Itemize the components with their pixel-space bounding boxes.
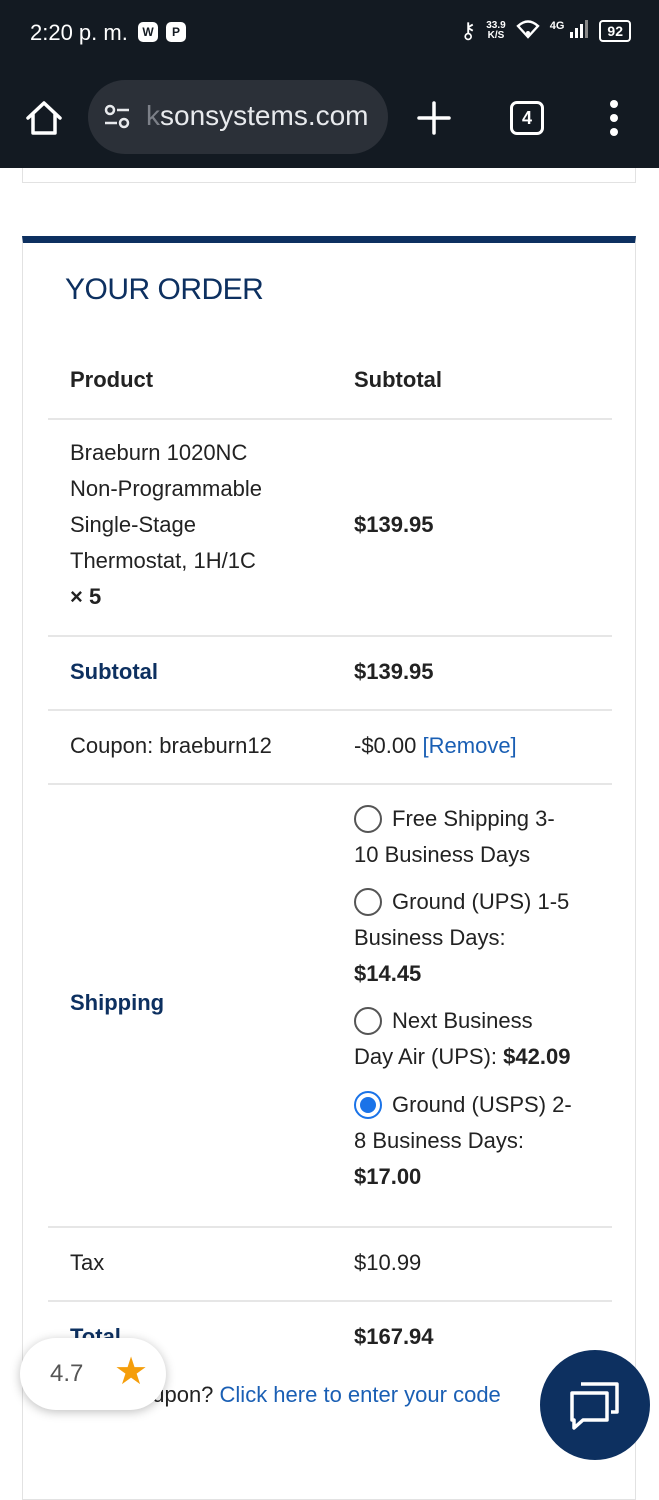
status-indicators: ⚷ 33.9 K/S 4G 92	[460, 18, 631, 44]
plus-icon	[417, 101, 451, 135]
order-title: YOUR ORDER	[65, 273, 264, 306]
new-tab-button[interactable]	[414, 98, 454, 138]
item-name-line: Single-Stage	[70, 512, 196, 537]
radio-button[interactable]	[354, 1007, 382, 1035]
option-text: Free Shipping 3-	[392, 806, 555, 831]
option-text: Ground (USPS) 2-	[392, 1092, 572, 1117]
option-price: $42.09	[503, 1044, 571, 1069]
previous-section-box	[22, 168, 636, 183]
tax-row: Tax $10.99	[48, 1228, 612, 1302]
url-domain: sonsystems.com	[160, 100, 369, 131]
item-name-line: Thermostat, 1H/1C	[70, 548, 256, 573]
item-name-line: Non-Programmable	[70, 476, 262, 501]
option-text: Next Business	[392, 1008, 533, 1033]
coupon-row: Coupon: braeburn12 -$0.00 [Remove]	[48, 711, 612, 785]
rating-badge[interactable]: 4.7 ★	[20, 1338, 166, 1410]
item-price: $139.95	[354, 512, 434, 537]
app-notification-icon: P	[166, 22, 186, 42]
address-bar[interactable]: ksonsystems.com	[88, 80, 388, 154]
option-price: $14.45	[354, 961, 422, 986]
order-header-row: Product Subtotal	[48, 343, 612, 420]
radio-button-selected[interactable]	[354, 1091, 382, 1119]
battery-indicator: 92	[599, 20, 631, 42]
item-name: Braeburn 1020NC Non-Programmable Single-…	[70, 435, 262, 615]
shipping-option-ups-ground[interactable]: Ground (UPS) 1-5 Business Days: $14.45	[354, 884, 604, 992]
wifi-icon	[516, 19, 540, 44]
option-price: $17.00	[354, 1164, 422, 1189]
shipping-option-usps-ground[interactable]: Ground (USPS) 2- 8 Business Days: $17.00	[354, 1087, 604, 1195]
site-settings-icon	[104, 104, 130, 129]
radio-button[interactable]	[354, 805, 382, 833]
subtotal-label: Subtotal	[70, 659, 158, 684]
subtotal-value: $139.95	[354, 659, 434, 684]
radio-button[interactable]	[354, 888, 382, 916]
remove-coupon-link[interactable]: [Remove]	[423, 733, 517, 758]
url-text[interactable]: ksonsystems.com	[146, 100, 376, 132]
shipping-row: Shipping Free Shipping 3- 10 Business Da…	[48, 785, 612, 1228]
home-button[interactable]	[22, 96, 66, 140]
tax-label: Tax	[70, 1250, 105, 1275]
chat-icon	[570, 1382, 619, 1430]
shipping-label: Shipping	[70, 990, 165, 1015]
option-text: Day Air (UPS):	[354, 1044, 504, 1069]
rating-value: 4.7	[50, 1360, 84, 1387]
order-review-card: YOUR ORDER Product Subtotal Braeburn 102…	[22, 236, 636, 1500]
item-quantity: × 5	[70, 584, 102, 609]
browser-chrome: 2:20 p. m. W P ⚷ 33.9 K/S 4G 92 ksonsyst…	[0, 0, 659, 168]
url-faded-part: k	[146, 100, 160, 131]
whatsapp-business-icon: W	[138, 22, 158, 42]
option-text: Ground (UPS) 1-5	[392, 889, 570, 914]
browser-toolbar: ksonsystems.com 4	[0, 80, 659, 156]
product-header: Product	[70, 367, 154, 392]
star-icon: ★	[114, 1351, 149, 1393]
option-text: Business Days:	[354, 925, 506, 950]
enter-coupon-link[interactable]: Click here to enter your code	[220, 1382, 501, 1407]
order-item-row: Braeburn 1020NC Non-Programmable Single-…	[48, 420, 612, 637]
subtotal-header: Subtotal	[354, 367, 442, 392]
shipping-option-ups-next-day[interactable]: Next Business Day Air (UPS): $42.09	[354, 1003, 604, 1075]
status-time: 2:20 p. m.	[30, 20, 128, 45]
vpn-key-icon: ⚷	[460, 18, 477, 43]
total-value: $167.94	[354, 1324, 434, 1349]
coupon-prompt: oupon? Click here to enter your code	[140, 1382, 501, 1408]
chat-button[interactable]	[540, 1350, 650, 1460]
cell-signal-icon: 4G	[549, 19, 590, 43]
tab-switcher-button[interactable]: 4	[510, 101, 544, 135]
shipping-option-free[interactable]: Free Shipping 3- 10 Business Days	[354, 801, 604, 873]
option-text: 10 Business Days	[354, 842, 531, 867]
subtotal-row: Subtotal $139.95	[48, 637, 612, 711]
network-type: 4G	[549, 19, 565, 32]
coupon-discount: -$0.00	[354, 733, 417, 758]
more-menu-icon[interactable]	[604, 98, 624, 138]
option-text: 8 Business Days:	[354, 1128, 524, 1153]
home-icon	[26, 101, 62, 135]
coupon-value-group: -$0.00 [Remove]	[354, 728, 517, 764]
item-name-line: Braeburn 1020NC	[70, 440, 248, 465]
status-bar: 2:20 p. m. W P ⚷ 33.9 K/S 4G 92	[0, 0, 659, 68]
coupon-label: Coupon: braeburn12	[70, 733, 272, 758]
notification-icons: W P	[138, 22, 186, 42]
tax-value: $10.99	[354, 1250, 422, 1275]
net-speed: 33.9 K/S	[486, 21, 505, 41]
net-speed-unit: K/S	[487, 30, 505, 41]
